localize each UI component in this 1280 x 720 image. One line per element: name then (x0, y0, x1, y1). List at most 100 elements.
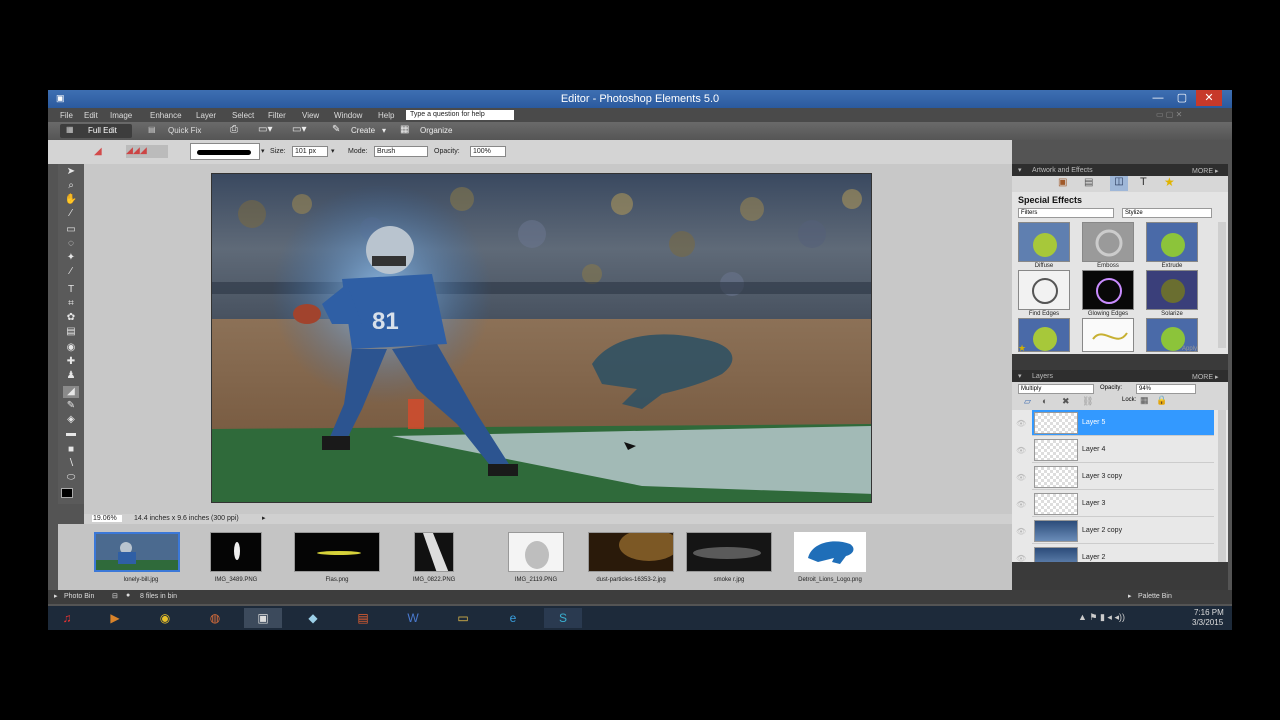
size-slider-icon[interactable]: ▾ (331, 147, 335, 155)
lock-transparency-icon[interactable]: ▦ (1140, 395, 1149, 406)
bin-options-icon[interactable]: ⊟ (112, 592, 118, 600)
file-explorer-icon[interactable]: ▭ (444, 608, 482, 628)
add-favorite-icon[interactable]: ★ (1018, 343, 1026, 354)
tray-icons[interactable]: ▲ ⚑ ▮ ◂ ◂)) (1078, 612, 1125, 623)
layers-opacity-input[interactable]: 94% (1136, 384, 1196, 394)
marquee-tool-icon[interactable]: ▭ (63, 224, 79, 236)
itunes-icon[interactable]: ♫ (48, 608, 86, 628)
brush-tool-icon[interactable]: ✎ (63, 400, 79, 412)
foreground-color-swatch[interactable] (61, 488, 73, 498)
games-icon[interactable]: ◍ (196, 608, 234, 628)
magic-wand-tool-icon[interactable]: ✦ (63, 252, 79, 264)
close-button[interactable]: ✕ (1196, 90, 1222, 106)
mode-select[interactable]: Brush (374, 146, 428, 157)
menu-view[interactable]: View (302, 111, 319, 120)
powerpoint-icon[interactable]: ▤ (344, 608, 382, 628)
menu-file[interactable]: File (60, 111, 73, 120)
photo-bin-arrow-icon[interactable]: ▸ (54, 592, 58, 600)
create-dropdown-icon[interactable]: ▾ (382, 126, 386, 135)
menu-edit[interactable]: Edit (84, 111, 98, 120)
cookie-cutter-icon[interactable]: ✿ (63, 312, 79, 324)
bin-thumb-1[interactable] (94, 532, 180, 572)
zoom-tool-icon[interactable]: ⌕ (63, 180, 79, 192)
menu-window[interactable]: Window (334, 111, 362, 120)
bin-thumb-4[interactable] (414, 532, 454, 572)
doc-window-controls[interactable]: ▭ ▢ ✕ (1156, 110, 1182, 119)
chrome-icon[interactable]: ◉ (146, 608, 184, 628)
effect-diffuse[interactable] (1018, 222, 1070, 262)
help-search-input[interactable]: Type a question for help (406, 110, 514, 120)
layer-row-selected[interactable]: Layer 5 (1032, 410, 1214, 436)
menu-enhance[interactable]: Enhance (150, 111, 182, 120)
effect-solarize[interactable] (1146, 270, 1198, 310)
palette-bin-arrow-icon[interactable]: ▸ (1128, 592, 1132, 600)
new-layer-icon[interactable]: ▱ (1024, 396, 1031, 407)
visibility-eye-icon[interactable]: 👁 (1016, 446, 1028, 458)
lock-all-icon[interactable]: 🔒 (1156, 395, 1167, 406)
effect-extrude[interactable] (1146, 222, 1198, 262)
size-input[interactable]: 101 px (292, 146, 328, 157)
lasso-tool-icon[interactable]: ◌ (63, 238, 79, 250)
themes-icon[interactable]: ▤ (1084, 177, 1093, 188)
effects-scrollbar[interactable] (1218, 222, 1226, 348)
app-icon-2[interactable]: ◆ (294, 608, 332, 628)
effect-8[interactable] (1082, 318, 1134, 352)
layers-collapse-icon[interactable]: ▾ (1018, 372, 1022, 380)
favorites-icon[interactable]: ★ (1164, 175, 1175, 189)
sponge-tool-icon[interactable]: ⬭ (63, 472, 79, 484)
shape-tool-icon[interactable]: ■ (63, 444, 79, 456)
menu-help[interactable]: Help (378, 111, 394, 120)
link-layer-icon[interactable]: ⛓ (1082, 396, 1093, 407)
move-tool-icon[interactable]: ➤ (63, 166, 79, 178)
healing-brush-icon[interactable]: ✚ (63, 356, 79, 368)
text-effects-icon[interactable]: T (1140, 176, 1147, 188)
photoshop-elements-icon[interactable]: ▣ (244, 608, 282, 628)
document-canvas[interactable]: 81 (211, 173, 872, 503)
paint-bucket-icon[interactable]: ◈ (63, 414, 79, 426)
layer-row[interactable]: Layer 2 copy (1032, 518, 1214, 544)
open-folder-icon[interactable]: ▭▾ (258, 124, 272, 135)
visibility-eye-icon[interactable]: 👁 (1016, 527, 1028, 539)
blend-mode-select[interactable]: Multiply (1018, 384, 1094, 394)
crop-tool-icon[interactable]: ⌗ (63, 298, 79, 310)
eraser-type-icons[interactable]: ◢◢◢ (126, 145, 168, 158)
visibility-eye-icon[interactable]: 👁 (1016, 500, 1028, 512)
layers-scrollbar[interactable] (1218, 410, 1226, 562)
minimize-button[interactable]: — (1148, 90, 1168, 106)
layer-row[interactable]: Layer 4 (1032, 437, 1214, 463)
bin-thumb-6[interactable] (588, 532, 674, 572)
visibility-eye-icon[interactable]: 👁 (1016, 419, 1028, 431)
menu-image[interactable]: Image (110, 111, 132, 120)
eyedropper-tool-icon[interactable]: ⁄ (63, 208, 79, 220)
visibility-eye-icon[interactable]: 👁 (1016, 473, 1028, 485)
share-icon[interactable]: ▭▾ (292, 124, 306, 135)
eraser-tool-icon[interactable]: ◢ (63, 386, 79, 398)
artwork-panel-header[interactable]: ▾ Artwork and Effects MORE ▸ (1012, 164, 1228, 176)
artwork-collapse-icon[interactable]: ▾ (1018, 166, 1022, 174)
menu-filter[interactable]: Filter (268, 111, 286, 120)
opacity-input[interactable]: 100% (470, 146, 506, 157)
effect-emboss[interactable] (1082, 222, 1134, 262)
apply-button[interactable]: Apply (1182, 346, 1197, 352)
bin-menu-icon[interactable]: ● (126, 592, 130, 599)
word-icon[interactable]: W (394, 608, 432, 628)
bin-thumb-2[interactable] (210, 532, 262, 572)
brush-preview[interactable] (190, 143, 260, 160)
snagit-icon[interactable]: S (544, 608, 582, 628)
create-button[interactable]: Create (351, 126, 375, 135)
brush-dropdown-icon[interactable]: ▾ (261, 147, 265, 155)
filters-select[interactable]: Filters (1018, 208, 1114, 218)
full-edit-tab[interactable]: ▦ Full Edit (60, 124, 132, 138)
print-icon[interactable]: ⎙ (230, 124, 238, 135)
artwork-icon[interactable]: ▣ (1058, 177, 1067, 188)
eraser-icon[interactable]: ◢ (94, 146, 102, 157)
visibility-eye-icon[interactable]: 👁 (1016, 554, 1028, 562)
bin-thumb-8[interactable] (794, 532, 866, 572)
menu-layer[interactable]: Layer (196, 111, 216, 120)
straighten-tool-icon[interactable]: ▤ (63, 326, 79, 338)
type-tool-icon[interactable]: T (63, 284, 79, 296)
artwork-more-button[interactable]: MORE ▸ (1192, 167, 1218, 175)
layer-row[interactable]: Layer 3 (1032, 491, 1214, 517)
zoom-level[interactable]: 19.06% (92, 515, 122, 522)
layer-row[interactable]: Layer 3 copy (1032, 464, 1214, 490)
